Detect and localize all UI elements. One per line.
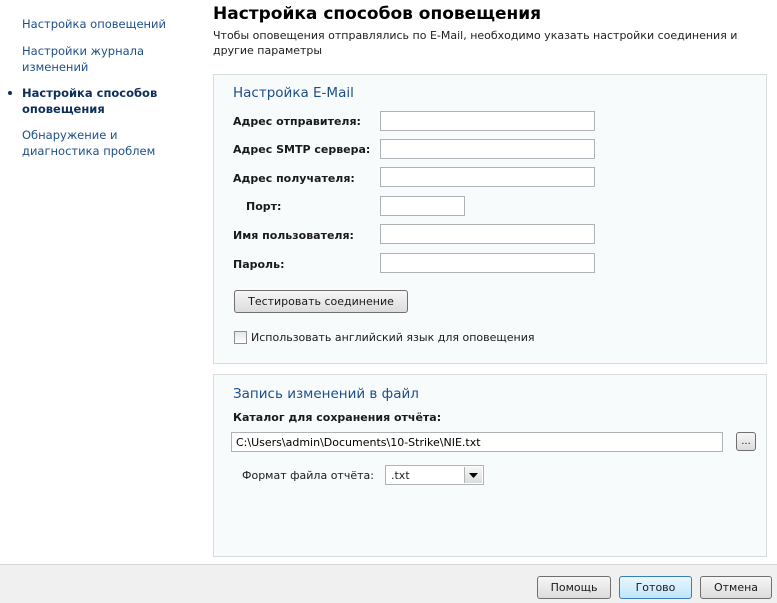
format-select-value: .txt (391, 469, 410, 482)
sidebar-item-alert-settings[interactable]: Настройка оповещений (22, 16, 172, 32)
page-title: Настройка способов оповещения (213, 4, 542, 24)
password-label: Пароль: (233, 258, 285, 271)
file-logging-panel: Запись изменений в файл Каталог для сохр… (213, 374, 767, 557)
sidebar: Настройка оповещений Настройки журнала и… (0, 0, 200, 564)
file-panel-title: Запись изменений в файл (233, 386, 419, 402)
email-panel-title: Настройка E-Mail (233, 85, 354, 101)
sidebar-item-log-settings[interactable]: Настройки журнала изменений (22, 43, 172, 75)
dialog-footer: Помощь Готово Отмена (0, 564, 777, 603)
report-path-input[interactable] (231, 432, 723, 452)
password-input[interactable] (380, 253, 595, 273)
email-settings-panel: Настройка E-Mail Адрес отправителя: Адре… (213, 74, 767, 364)
recipient-label: Адрес получателя: (233, 172, 355, 185)
active-bullet-icon (8, 91, 12, 95)
port-label: Порт: (246, 200, 282, 213)
sidebar-item-label: Настройка способов оповещения (22, 86, 158, 116)
sidebar-item-diagnostics[interactable]: Обнаружение и диагностика проблем (22, 127, 172, 159)
catalog-label: Каталог для сохранения отчёта: (233, 411, 442, 424)
format-select[interactable]: .txt (385, 465, 484, 485)
help-button[interactable]: Помощь (537, 576, 611, 599)
username-label: Имя пользователя: (233, 229, 354, 242)
sender-address-input[interactable] (380, 111, 595, 131)
format-label: Формат файла отчёта: (242, 469, 374, 482)
test-connection-button[interactable]: Тестировать соединение (234, 290, 408, 313)
sender-label: Адрес отправителя: (233, 115, 361, 128)
browse-button[interactable]: ... (736, 432, 756, 451)
page-subtitle: Чтобы оповещения отправлялись по E-Mail,… (213, 29, 738, 57)
english-language-checkbox[interactable] (234, 331, 247, 344)
recipient-address-input[interactable] (380, 167, 595, 187)
sidebar-item-notification-methods[interactable]: Настройка способов оповещения (8, 85, 172, 117)
smtp-label: Адрес SMTP сервера: (233, 143, 371, 156)
username-input[interactable] (380, 224, 595, 244)
english-language-label: Использовать английский язык для оповеще… (251, 331, 535, 344)
ok-button[interactable]: Готово (619, 576, 692, 599)
port-input[interactable] (380, 196, 465, 216)
smtp-server-input[interactable] (380, 139, 595, 159)
chevron-down-icon (464, 467, 482, 483)
cancel-button[interactable]: Отмена (700, 576, 772, 599)
